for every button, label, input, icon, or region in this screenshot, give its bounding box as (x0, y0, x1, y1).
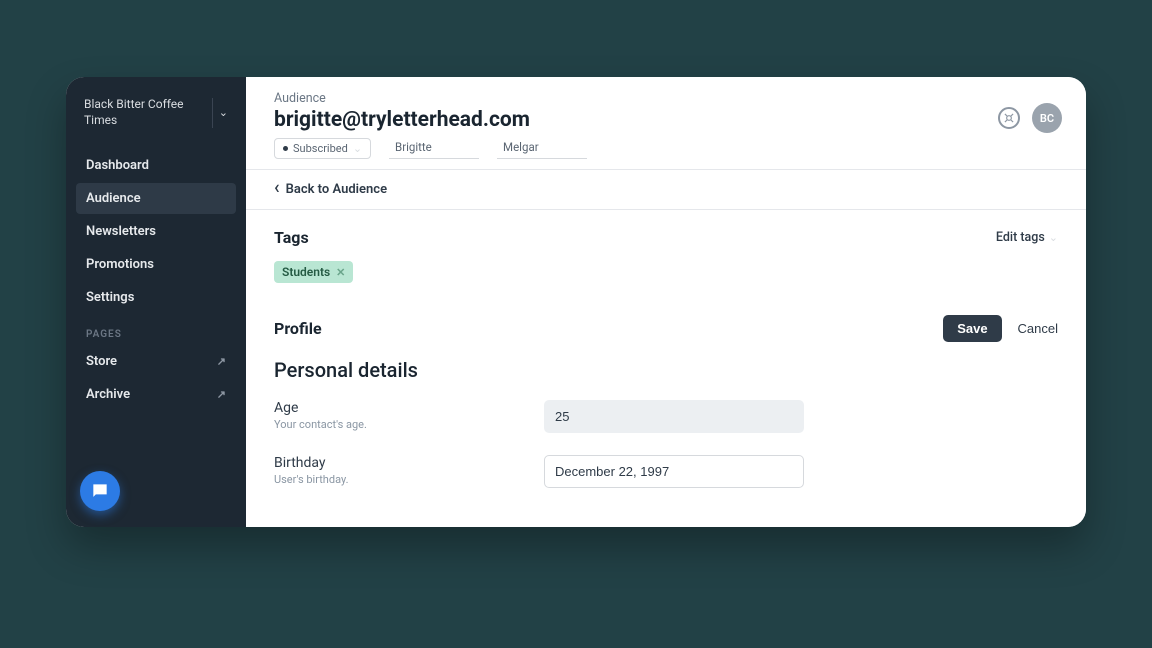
lifebuoy-icon (1002, 111, 1016, 125)
sidebar-item-label: Settings (86, 290, 134, 305)
status-dot-icon (283, 146, 288, 151)
back-to-audience-link[interactable]: Back to Audience (246, 170, 1086, 210)
age-hint: Your contact's age. (274, 418, 504, 431)
back-label: Back to Audience (286, 182, 388, 197)
profile-section: Profile Save Cancel Personal details Age… (246, 301, 1086, 527)
external-link-icon: ↗ (217, 355, 226, 368)
chevron-down-icon: ⌄ (353, 142, 362, 155)
chat-button[interactable] (80, 471, 120, 511)
birthday-row: Birthday User's birthday. (274, 455, 1058, 488)
sidebar-item-promotions[interactable]: Promotions (76, 249, 236, 280)
edit-tags-link[interactable]: Edit tags ⌄ (996, 230, 1058, 245)
birthday-hint: User's birthday. (274, 473, 504, 486)
chevron-left-icon (274, 182, 280, 197)
sidebar-item-label: Promotions (86, 257, 154, 272)
status-label: Subscribed (293, 142, 348, 155)
sidebar-item-dashboard[interactable]: Dashboard (76, 150, 236, 181)
edit-tags-label: Edit tags (996, 230, 1045, 245)
page-header: Audience brigitte@tryletterhead.com Subs… (246, 77, 1086, 170)
sidebar-item-label: Audience (86, 191, 141, 206)
age-row: Age Your contact's age. (274, 400, 1058, 433)
breadcrumb: Audience (274, 91, 1058, 106)
save-button[interactable]: Save (943, 315, 1001, 342)
meta-row: Subscribed ⌄ Brigitte Melgar (274, 138, 1058, 159)
sidebar: Black Bitter Coffee Times ⌄ Dashboard Au… (66, 77, 246, 527)
birthday-input[interactable] (544, 455, 804, 488)
help-icon[interactable] (998, 107, 1020, 129)
personal-details-title: Personal details (274, 358, 1058, 382)
sidebar-item-label: Newsletters (86, 224, 156, 239)
profile-title: Profile (274, 319, 322, 338)
age-label: Age (274, 400, 504, 416)
age-input[interactable] (544, 400, 804, 433)
main-content: Audience brigitte@tryletterhead.com Subs… (246, 77, 1086, 527)
chevron-down-icon: ⌄ (1049, 231, 1058, 244)
first-name-field[interactable]: Brigitte (389, 138, 479, 159)
sidebar-item-store[interactable]: Store ↗ (76, 346, 236, 377)
app-window: Black Bitter Coffee Times ⌄ Dashboard Au… (66, 77, 1086, 527)
avatar[interactable]: BC (1032, 103, 1062, 133)
workspace-name: Black Bitter Coffee Times (84, 97, 206, 128)
sidebar-item-label: Archive (86, 387, 130, 402)
page-title: brigitte@tryletterhead.com (274, 108, 1058, 132)
pages-section-label: PAGES (86, 329, 226, 340)
workspace-switcher[interactable]: Black Bitter Coffee Times ⌄ (76, 91, 236, 134)
cancel-button[interactable]: Cancel (1018, 321, 1058, 336)
chevron-down-icon: ⌄ (219, 106, 228, 119)
tags-section: Tags Edit tags ⌄ Students ✕ (246, 210, 1086, 301)
tags-title: Tags (274, 228, 309, 247)
tags-list: Students ✕ (274, 261, 1058, 283)
sidebar-item-label: Dashboard (86, 158, 149, 173)
subscription-status-dropdown[interactable]: Subscribed ⌄ (274, 138, 371, 159)
tag-pill: Students ✕ (274, 261, 353, 283)
birthday-label: Birthday (274, 455, 504, 471)
sidebar-item-archive[interactable]: Archive ↗ (76, 379, 236, 410)
sidebar-item-audience[interactable]: Audience (76, 183, 236, 214)
sidebar-item-label: Store (86, 354, 117, 369)
header-actions: BC (998, 103, 1062, 133)
last-name-field[interactable]: Melgar (497, 138, 587, 159)
remove-tag-icon[interactable]: ✕ (336, 266, 345, 279)
sidebar-item-settings[interactable]: Settings (76, 282, 236, 313)
external-link-icon: ↗ (217, 388, 226, 401)
tag-label: Students (282, 265, 330, 279)
sidebar-item-newsletters[interactable]: Newsletters (76, 216, 236, 247)
divider (212, 98, 213, 128)
chat-icon (90, 481, 110, 501)
avatar-initials: BC (1040, 112, 1054, 125)
